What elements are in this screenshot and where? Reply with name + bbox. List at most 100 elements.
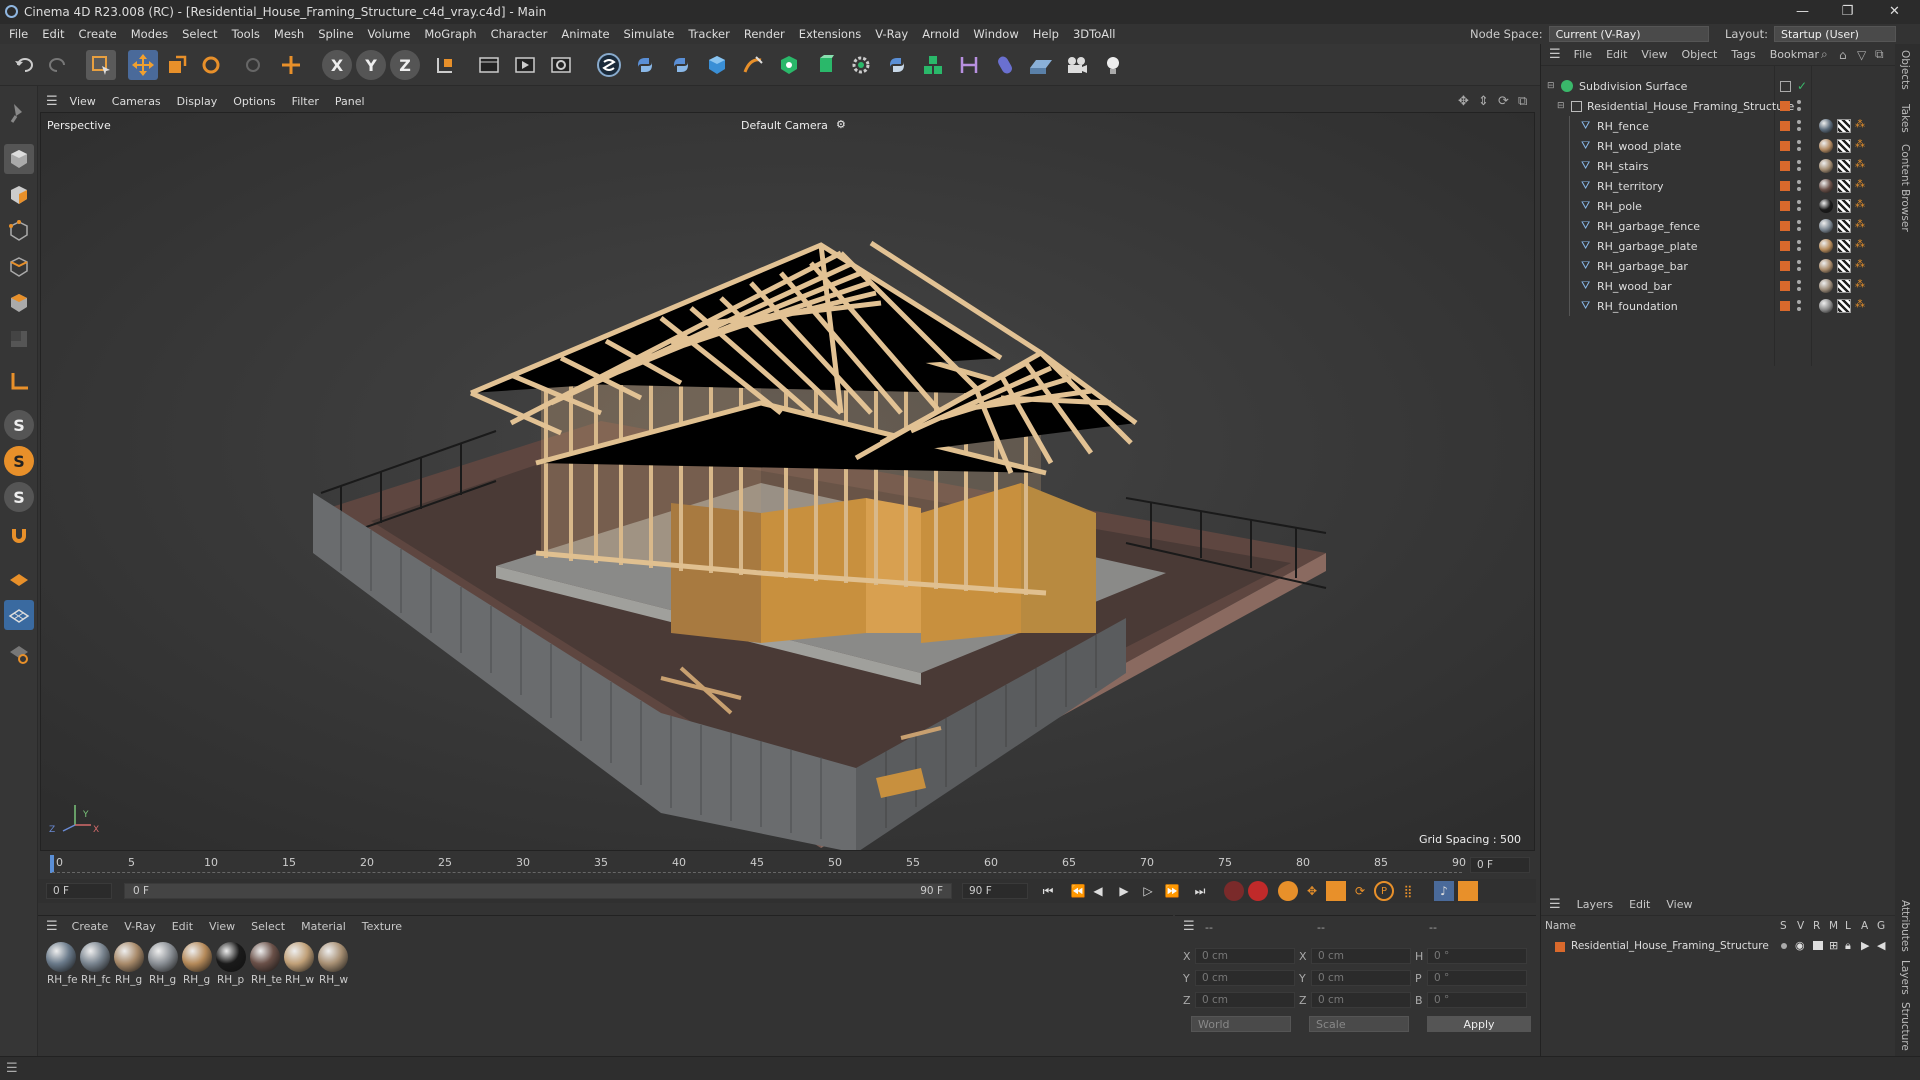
field-capsule-icon[interactable] [990,50,1020,80]
polygon-mode-icon[interactable] [4,288,34,318]
tab-takes[interactable]: Takes [1899,104,1911,133]
material-swatch[interactable] [284,942,314,972]
render-visibility-dot[interactable] [1797,207,1801,211]
size-z-field[interactable]: 0 cm [1311,992,1411,1008]
render-view-icon[interactable] [474,50,504,80]
menu-tracker[interactable]: Tracker [681,27,737,41]
layer-color-swatch[interactable] [1780,281,1790,291]
obj-menu-tags[interactable]: Tags [1724,48,1762,61]
render-visibility-dot[interactable] [1797,267,1801,271]
mat-menu-texture[interactable]: Texture [354,920,410,933]
object-row[interactable]: ⛛ RH_stairs ⁂ [1541,156,1896,176]
layer-color-swatch[interactable] [1780,261,1790,271]
layer-animation-icon[interactable]: ▶ [1861,939,1869,952]
coord-space-dropdown[interactable]: World [1191,1016,1291,1032]
tab-structure[interactable]: Structure [1899,1002,1911,1051]
obj-menu-file[interactable]: File [1567,48,1599,61]
object-row[interactable]: ⛛ RH_garbage_plate ⁂ [1541,236,1896,256]
material-tag-icon[interactable] [1819,259,1833,273]
material-swatch[interactable] [114,942,144,972]
editor-visibility-dot[interactable] [1797,300,1801,304]
object-row[interactable]: ⛛ RH_territory ⁂ [1541,176,1896,196]
obj-search-icon[interactable]: ⌕ [1821,47,1828,62]
make-editable-icon[interactable] [4,98,34,128]
menu-animate[interactable]: Animate [554,27,616,41]
obj-menu-view[interactable]: View [1634,48,1674,61]
timeline-mode-icon[interactable]: ♪ [1434,881,1454,901]
vp-rotate-icon[interactable]: ⟳ [1498,94,1509,109]
previous-key-icon[interactable]: ⏪ [1068,881,1088,901]
material-tag-icon[interactable] [1819,179,1833,193]
mat-hamburger-icon[interactable]: ☰ [46,919,58,934]
apply-button[interactable]: Apply [1427,1016,1531,1032]
mat-menu-edit[interactable]: Edit [164,920,201,933]
cube-primitive-icon[interactable] [702,50,732,80]
size-x-field[interactable]: 0 cm [1311,948,1411,964]
render-settings-icon[interactable] [546,50,576,80]
autokey-icon[interactable] [1248,881,1268,901]
material-swatch[interactable] [318,942,348,972]
deformer-bend-icon[interactable] [954,50,984,80]
axis-mode-icon[interactable] [4,366,34,396]
vray-tag-icon[interactable]: ⁂ [1855,219,1865,230]
vp-zoom-icon[interactable]: ⇕ [1478,94,1489,109]
layer-color-swatch[interactable] [1780,161,1790,171]
python-generator-icon[interactable] [882,50,912,80]
obj-home-icon[interactable]: ⌂ [1839,48,1847,62]
material-swatch[interactable] [46,942,76,972]
material-tag-icon[interactable] [1819,279,1833,293]
render-visibility-dot[interactable] [1797,247,1801,251]
rot-b-field[interactable]: 0 ° [1427,992,1527,1008]
model-mode-icon[interactable] [4,144,34,174]
keyframe-selection-icon[interactable] [1278,881,1298,901]
menu-3dtoall[interactable]: 3DToAll [1066,27,1123,41]
editor-visibility-dot[interactable] [1797,140,1801,144]
pos-y-field[interactable]: 0 cm [1195,970,1295,986]
texture-tag-icon[interactable] [1837,199,1851,213]
object-row[interactable]: ⛛ RH_garbage_bar ⁂ [1541,256,1896,276]
vray-tag-icon[interactable]: ⁂ [1855,199,1865,210]
edge-mode-icon[interactable] [4,252,34,282]
3d-viewport[interactable]: Perspective Default Camera ⚙ Grid Spacin… [40,112,1535,851]
nodespace-dropdown[interactable]: Current (V-Ray) [1548,26,1709,42]
menu-select[interactable]: Select [175,27,224,41]
material-swatch[interactable] [182,942,212,972]
current-frame-field[interactable]: 0 F [1470,857,1530,873]
camera-icon[interactable] [1062,50,1092,80]
editor-visibility-dot[interactable] [1797,200,1801,204]
z-axis-lock-icon[interactable]: Z [390,50,420,80]
pos-x-field[interactable]: 0 cm [1195,948,1295,964]
rot-p-field[interactable]: 0 ° [1427,970,1527,986]
mograph-cloner-icon[interactable] [846,50,876,80]
layer-toggle-icon[interactable] [1780,80,1791,92]
minimize-button[interactable]: — [1780,0,1825,24]
object-row-group[interactable]: ⊟ Residential_House_Framing_Structure [1541,96,1896,116]
render-visibility-dot[interactable] [1797,307,1801,311]
layer-color-swatch[interactable] [1780,121,1790,131]
rotate-tool-icon[interactable] [196,50,226,80]
layer-color-swatch[interactable] [1555,942,1565,952]
rot-h-field[interactable]: 0 ° [1427,948,1527,964]
layer-row[interactable]: Residential_House_Framing_Structure ◉ ⊞ … [1541,938,1896,956]
mat-menu-create[interactable]: Create [64,920,117,933]
material-tag-icon[interactable] [1819,119,1833,133]
layer-color-swatch[interactable] [1780,241,1790,251]
playhead[interactable] [50,855,54,873]
magnet-tool-icon[interactable] [4,520,34,550]
vp-menu-display[interactable]: Display [169,95,226,108]
go-to-end-icon[interactable]: ⏭ [1190,881,1210,901]
menu-window[interactable]: Window [966,27,1025,41]
range-slider[interactable]: 0 F 90 F [124,883,952,899]
vray-tag-icon[interactable]: ⁂ [1855,259,1865,270]
vp-menu-panel[interactable]: Panel [327,95,373,108]
menu-vray[interactable]: V-Ray [868,27,915,41]
size-y-field[interactable]: 0 cm [1311,970,1411,986]
key-pla-icon[interactable]: ⣿ [1398,881,1418,901]
pen-spline-icon[interactable] [738,50,768,80]
editor-visibility-dot[interactable] [1797,260,1801,264]
editor-visibility-dot[interactable] [1797,240,1801,244]
undo-button[interactable] [10,50,40,80]
material-tag-icon[interactable] [1819,199,1833,213]
tab-layers[interactable]: Layers [1899,960,1911,995]
x-axis-lock-icon[interactable]: X [322,50,352,80]
